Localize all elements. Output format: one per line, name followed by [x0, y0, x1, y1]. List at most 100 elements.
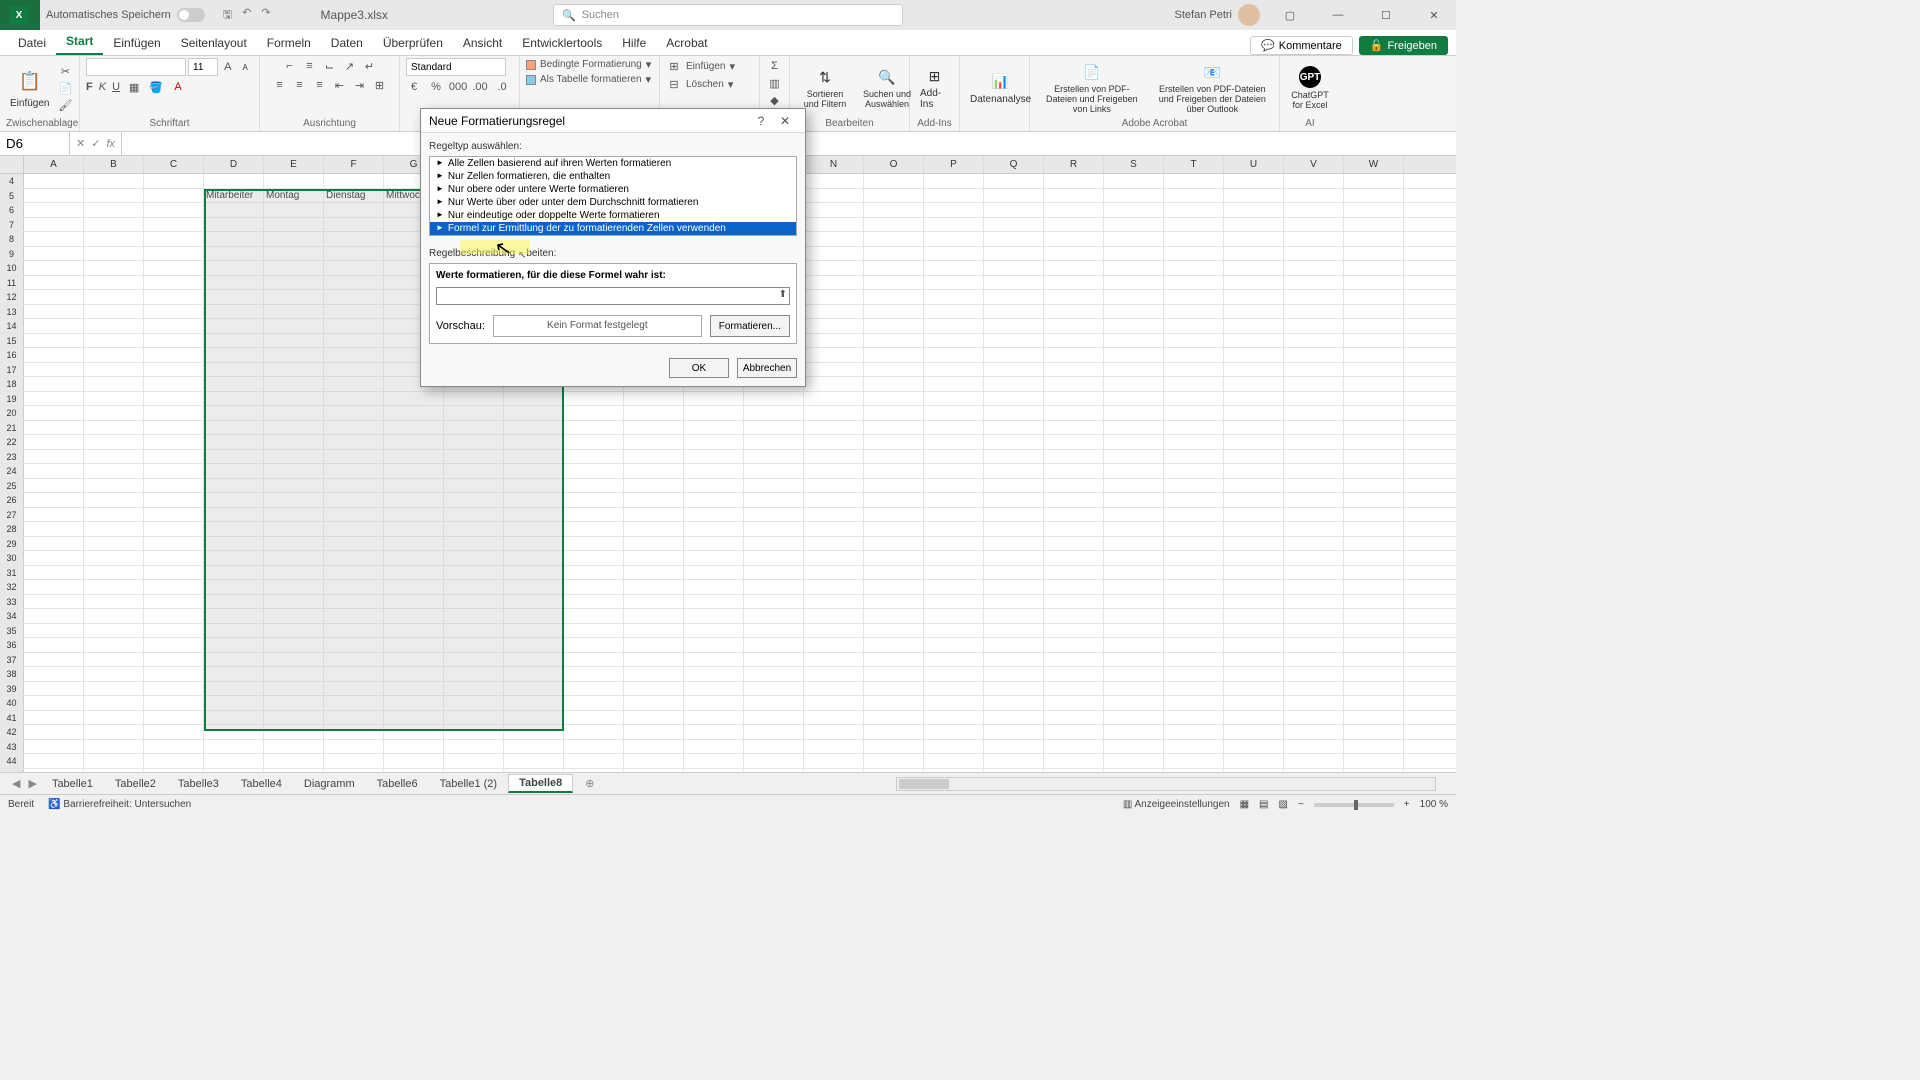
cancel-button[interactable]: Abbrechen	[737, 358, 797, 378]
cell[interactable]	[1044, 522, 1104, 536]
cell[interactable]	[1284, 232, 1344, 246]
cell[interactable]	[1284, 464, 1344, 478]
cell[interactable]	[1104, 725, 1164, 739]
cell[interactable]	[744, 609, 804, 623]
row-header[interactable]: 23	[0, 450, 24, 464]
cell[interactable]	[84, 479, 144, 493]
italic-icon[interactable]: K	[99, 81, 106, 93]
cell[interactable]	[804, 218, 864, 232]
cell[interactable]	[744, 638, 804, 652]
col-header[interactable]: T	[1164, 156, 1224, 173]
orientation-icon[interactable]: ↗	[342, 58, 358, 74]
cell[interactable]	[144, 189, 204, 203]
cell[interactable]	[204, 667, 264, 681]
cell[interactable]	[1344, 218, 1404, 232]
cell[interactable]	[1104, 276, 1164, 290]
cell[interactable]	[1224, 551, 1284, 565]
cell[interactable]	[804, 711, 864, 725]
cell[interactable]	[1044, 682, 1104, 696]
cell[interactable]	[804, 754, 864, 768]
cell[interactable]	[1164, 174, 1224, 188]
status-accessibility[interactable]: ♿ Barrierefreiheit: Untersuchen	[48, 799, 191, 810]
cell[interactable]	[324, 493, 384, 507]
cell[interactable]	[324, 682, 384, 696]
cell[interactable]	[1104, 218, 1164, 232]
cell[interactable]: Dienstag	[324, 189, 384, 203]
cell[interactable]	[564, 624, 624, 638]
cell[interactable]	[924, 537, 984, 551]
cell[interactable]	[1164, 247, 1224, 261]
cell[interactable]	[1044, 363, 1104, 377]
row-header[interactable]: 18	[0, 377, 24, 391]
tab-überprüfen[interactable]: Überprüfen	[373, 31, 453, 55]
cell[interactable]	[1164, 421, 1224, 435]
cell[interactable]	[684, 464, 744, 478]
cell[interactable]	[564, 508, 624, 522]
cell[interactable]	[984, 435, 1044, 449]
cell[interactable]	[384, 479, 444, 493]
cell[interactable]	[1344, 508, 1404, 522]
cell[interactable]	[804, 189, 864, 203]
cell[interactable]	[864, 232, 924, 246]
cell[interactable]	[1284, 537, 1344, 551]
cell[interactable]	[864, 276, 924, 290]
col-header[interactable]: V	[1284, 156, 1344, 173]
cell[interactable]	[804, 696, 864, 710]
cell[interactable]	[984, 392, 1044, 406]
cell[interactable]	[1164, 493, 1224, 507]
cell[interactable]	[264, 682, 324, 696]
percent-icon[interactable]: %	[428, 79, 444, 95]
cell[interactable]	[1104, 406, 1164, 420]
cell[interactable]	[504, 421, 564, 435]
cell[interactable]	[744, 725, 804, 739]
cell[interactable]	[984, 595, 1044, 609]
cell[interactable]	[264, 725, 324, 739]
cell[interactable]	[924, 174, 984, 188]
cell[interactable]	[1224, 508, 1284, 522]
row-header[interactable]: 10	[0, 261, 24, 275]
cell[interactable]	[444, 754, 504, 768]
sheet-tab[interactable]: Tabelle2	[104, 775, 167, 793]
cell[interactable]	[1044, 406, 1104, 420]
cell[interactable]	[1044, 421, 1104, 435]
cell[interactable]	[924, 189, 984, 203]
cell[interactable]	[144, 566, 204, 580]
cell[interactable]	[804, 174, 864, 188]
cell[interactable]	[264, 566, 324, 580]
cell[interactable]	[984, 305, 1044, 319]
display-settings[interactable]: ▥ Anzeigeeinstellungen	[1123, 799, 1230, 810]
cell[interactable]	[1284, 450, 1344, 464]
cell[interactable]	[144, 421, 204, 435]
cell[interactable]	[84, 261, 144, 275]
cell[interactable]	[1104, 595, 1164, 609]
tab-start[interactable]: Start	[56, 29, 103, 55]
cell[interactable]	[864, 638, 924, 652]
cell[interactable]	[984, 493, 1044, 507]
cell[interactable]	[324, 334, 384, 348]
cell[interactable]	[1344, 305, 1404, 319]
cell[interactable]	[504, 711, 564, 725]
cell[interactable]	[144, 348, 204, 362]
cell[interactable]	[624, 421, 684, 435]
cell[interactable]	[384, 450, 444, 464]
sheet-tab[interactable]: Tabelle1	[41, 775, 104, 793]
cell[interactable]	[384, 624, 444, 638]
cell[interactable]	[444, 711, 504, 725]
cell[interactable]	[444, 667, 504, 681]
cell[interactable]	[144, 392, 204, 406]
cell[interactable]	[1224, 305, 1284, 319]
cell[interactable]	[1044, 319, 1104, 333]
cell[interactable]	[924, 464, 984, 478]
cell[interactable]	[804, 725, 864, 739]
row-header[interactable]: 5	[0, 189, 24, 203]
cell[interactable]	[1224, 667, 1284, 681]
cell[interactable]	[924, 609, 984, 623]
cell[interactable]	[924, 305, 984, 319]
cell[interactable]	[1344, 348, 1404, 362]
cell[interactable]	[744, 508, 804, 522]
cell[interactable]	[924, 653, 984, 667]
cell[interactable]	[84, 406, 144, 420]
decrease-font-icon[interactable]: ᴀ	[238, 59, 254, 75]
cell[interactable]	[684, 551, 744, 565]
tab-hilfe[interactable]: Hilfe	[612, 31, 656, 55]
